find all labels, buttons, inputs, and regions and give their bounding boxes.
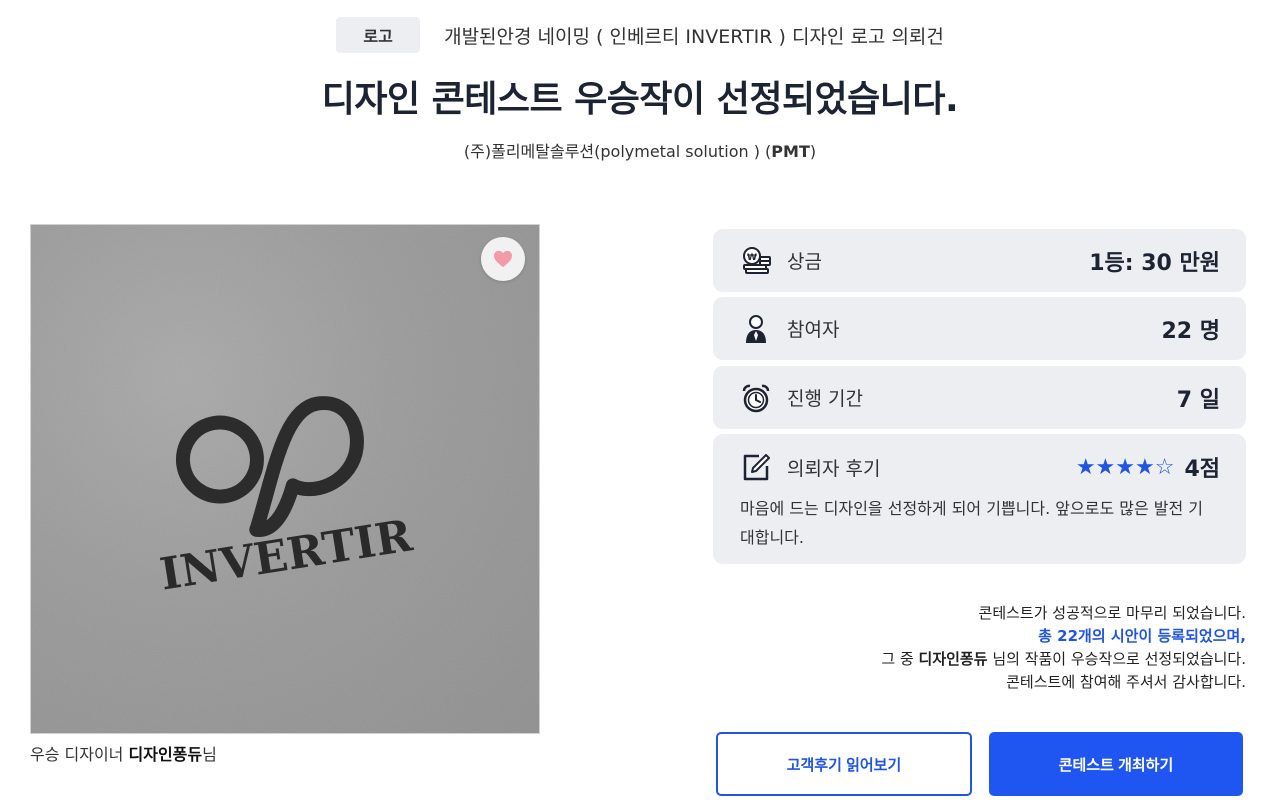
contest-summary: 콘테스트가 성공적으로 마무리 되었습니다. 총 22개의 시안이 등록되었으며… bbox=[881, 602, 1246, 694]
participants-label: 참여자 bbox=[787, 319, 840, 341]
summary-line-3-prefix: 그 중 bbox=[881, 650, 919, 668]
summary-line-3: 그 중 디자인퐁듀 님의 작품이 우승작으로 선정되었습니다. bbox=[881, 648, 1246, 671]
company-name-text: (주)폴리메탈솔루션(polymetal solution ) ( bbox=[463, 142, 772, 161]
company-abbr: PMT bbox=[771, 142, 810, 161]
review-text: 마음에 드는 디자인을 선정하게 되어 기쁩니다. 앞으로도 많은 발전 기대합… bbox=[740, 499, 1204, 547]
company-close: ) bbox=[809, 142, 817, 161]
designer-name[interactable]: 디자인퐁듀 bbox=[129, 745, 203, 764]
money-icon: ₩ bbox=[740, 245, 772, 277]
host-contest-button[interactable]: 콘테스트 개최하기 bbox=[989, 732, 1243, 796]
contest-header: 로고 개발된안경 네이밍 ( 인베르티 INVERTIR ) 디자인 로고 의뢰… bbox=[0, 17, 1280, 53]
summary-line-3-suffix: 님의 작품이 우승작으로 선정되었습니다. bbox=[987, 650, 1246, 668]
review-score: 4점 bbox=[1184, 457, 1220, 482]
duration-card: 진행 기간 7 일 bbox=[713, 366, 1246, 429]
heart-icon bbox=[494, 250, 512, 268]
person-icon bbox=[740, 313, 772, 345]
edit-icon bbox=[740, 451, 772, 483]
summary-line-2: 총 22개의 시안이 등록되었으며, bbox=[1038, 627, 1246, 645]
rating-stars: ★★★★☆ bbox=[1075, 454, 1175, 480]
designer-caption-suffix: 님 bbox=[202, 745, 217, 764]
svg-text:₩: ₩ bbox=[747, 253, 757, 263]
read-reviews-button[interactable]: 고객후기 읽어보기 bbox=[716, 732, 972, 796]
company-name: (주)폴리메탈솔루션(polymetal solution ) (PMT) bbox=[0, 138, 1280, 162]
contest-name: 개발된안경 네이밍 ( 인베르티 INVERTIR ) 디자인 로고 의뢰건 bbox=[444, 25, 944, 48]
clock-icon bbox=[740, 382, 772, 414]
prize-label: 상금 bbox=[787, 251, 822, 273]
category-chip: 로고 bbox=[336, 17, 421, 53]
participants-value: 22 명 bbox=[1161, 318, 1220, 344]
like-button[interactable] bbox=[481, 237, 525, 281]
winning-design-image[interactable]: INVERTIR bbox=[30, 224, 540, 734]
page-title: 디자인 콘테스트 우승작이 선정되었습니다. bbox=[321, 79, 959, 120]
duration-label: 진행 기간 bbox=[787, 388, 863, 410]
review-label: 의뢰자 후기 bbox=[787, 457, 881, 480]
duration-value: 7 일 bbox=[1176, 387, 1220, 413]
prize-value: 1등: 30 만원 bbox=[1089, 250, 1220, 276]
prize-card: ₩ 상금 1등: 30 만원 bbox=[713, 229, 1246, 292]
summary-designer-name: 디자인퐁듀 bbox=[918, 650, 988, 668]
participants-card: 참여자 22 명 bbox=[713, 297, 1246, 360]
summary-line-4: 콘테스트에 참여해 주셔서 감사합니다. bbox=[1006, 673, 1246, 691]
review-card: 의뢰자 후기 ★★★★☆ 4점 마음에 드는 디자인을 선정하게 되어 기쁩니다… bbox=[713, 434, 1246, 564]
designer-caption: 우승 디자이너 디자인퐁듀님 bbox=[30, 741, 217, 765]
summary-line-1: 콘테스트가 성공적으로 마무리 되었습니다. bbox=[978, 604, 1246, 622]
designer-caption-prefix: 우승 디자이너 bbox=[30, 745, 129, 764]
invertir-logo: INVERTIR bbox=[31, 225, 539, 733]
